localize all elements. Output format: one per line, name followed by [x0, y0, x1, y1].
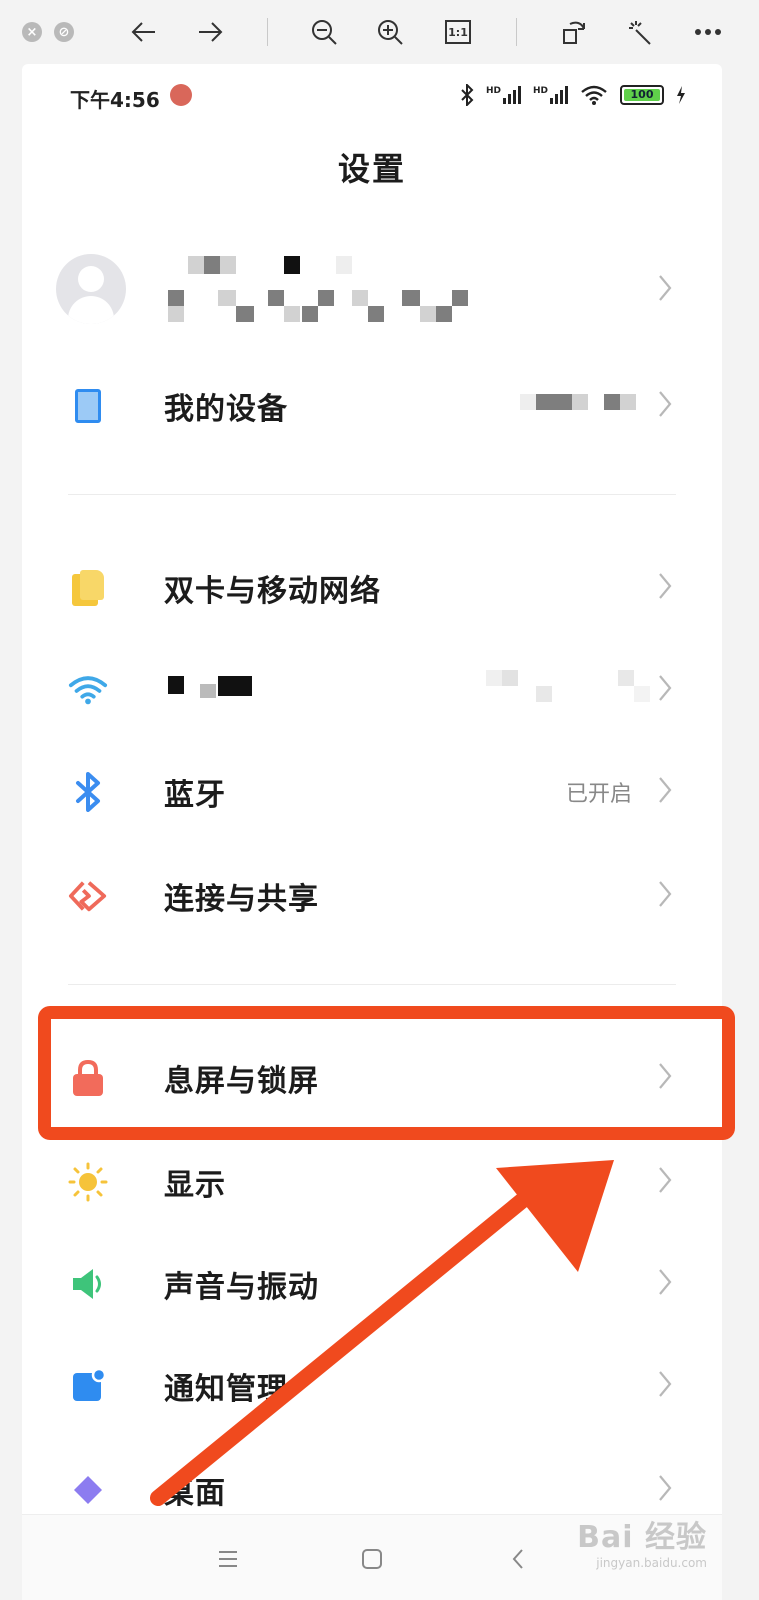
setting-bluetooth[interactable]: 蓝牙 已开启 — [22, 740, 722, 840]
more-icon[interactable] — [690, 14, 726, 50]
bluetooth-icon — [68, 772, 108, 812]
setting-dual-sim[interactable]: 双卡与移动网络 — [22, 536, 722, 636]
watermark-sub: jingyan.baidu.com — [596, 1556, 707, 1570]
wifi-status-icon — [581, 85, 607, 105]
desktop-icon — [68, 1470, 108, 1510]
account-row[interactable] — [22, 234, 722, 354]
setting-label: 双卡与移动网络 — [164, 574, 381, 609]
toolbar-divider — [516, 18, 517, 46]
chevron-right-icon — [659, 1167, 672, 1193]
close-icon[interactable]: × — [22, 22, 42, 42]
setting-sound[interactable]: 声音与振动 — [22, 1232, 722, 1332]
zoom-in-icon[interactable] — [372, 14, 408, 50]
chevron-right-icon — [659, 675, 672, 701]
setting-label: 我的设备 — [164, 392, 288, 427]
toolbar-divider — [267, 18, 268, 46]
rotate-icon[interactable] — [556, 14, 592, 50]
signal-1-icon: HD — [486, 86, 521, 104]
signal-2-label: HD — [532, 86, 548, 96]
setting-notifications[interactable]: 通知管理 — [22, 1334, 722, 1434]
chevron-right-icon — [659, 275, 672, 301]
sim-card-icon — [68, 568, 108, 608]
chevron-right-icon — [659, 573, 672, 599]
setting-connection-sharing[interactable]: 连接与共享 — [22, 844, 722, 944]
status-bar: 下午4:56 HD HD 100 — [22, 64, 722, 126]
chevron-right-icon — [659, 777, 672, 803]
chevron-right-icon — [659, 1269, 672, 1295]
status-icons: HD HD 100 — [460, 84, 686, 106]
bluetooth-status-value: 已开启 — [565, 782, 632, 807]
connection-share-icon — [68, 876, 108, 916]
zoom-out-icon[interactable] — [306, 14, 342, 50]
signal-1-label: HD — [485, 86, 501, 96]
setting-label: 蓝牙 — [164, 778, 226, 813]
speaker-icon — [68, 1264, 108, 1304]
wifi-icon — [68, 670, 108, 710]
sun-icon — [68, 1162, 108, 1202]
forward-arrow-icon[interactable] — [192, 14, 228, 50]
setting-label: 通知管理 — [164, 1372, 288, 1407]
home-icon[interactable] — [354, 1541, 390, 1577]
setting-label: 声音与振动 — [164, 1270, 319, 1305]
section-divider — [68, 984, 676, 985]
bluetooth-status-icon — [461, 84, 474, 106]
actual-size-label: 1:1 — [445, 20, 471, 44]
setting-wlan[interactable] — [22, 638, 722, 738]
setting-my-device[interactable]: 我的设备 — [22, 354, 722, 454]
battery-icon: 100 — [620, 85, 664, 105]
menu-icon[interactable] — [210, 1541, 246, 1577]
highlight-annotation-box — [38, 1006, 735, 1140]
battery-level: 100 — [624, 89, 660, 101]
chevron-right-icon — [659, 1371, 672, 1397]
minimize-icon[interactable]: ⊘ — [54, 22, 74, 42]
setting-label: 桌面 — [164, 1476, 226, 1511]
chevron-right-icon — [659, 391, 672, 417]
back-arrow-icon[interactable] — [126, 14, 162, 50]
status-time: 下午4:56 — [70, 88, 160, 112]
chevron-right-icon — [659, 1475, 672, 1501]
chevron-right-icon — [659, 881, 672, 907]
watermark: Bai 经验 jingyan.baidu.com — [577, 1512, 707, 1570]
signal-2-icon: HD — [533, 86, 568, 104]
notification-icon — [68, 1366, 108, 1406]
setting-label: 连接与共享 — [164, 882, 319, 917]
page-title: 设置 — [337, 150, 406, 188]
setting-label: 显示 — [164, 1168, 226, 1203]
avatar — [56, 254, 126, 324]
app-notification-icon — [170, 84, 192, 106]
section-divider — [68, 494, 676, 495]
watermark-main: Bai 经验 — [577, 1520, 707, 1555]
actual-size-icon[interactable]: 1:1 — [440, 14, 476, 50]
viewer-toolbar: × ⊘ 1:1 — [0, 0, 759, 64]
back-icon[interactable] — [500, 1541, 536, 1577]
setting-display[interactable]: 显示 — [22, 1130, 722, 1230]
charging-icon — [677, 86, 685, 104]
phone-screen: 下午4:56 HD HD 100 设置 我的设备 双卡与移动网络 蓝牙 已开启 … — [22, 64, 722, 1600]
magic-wand-icon[interactable] — [622, 14, 658, 50]
tablet-icon — [68, 386, 108, 426]
